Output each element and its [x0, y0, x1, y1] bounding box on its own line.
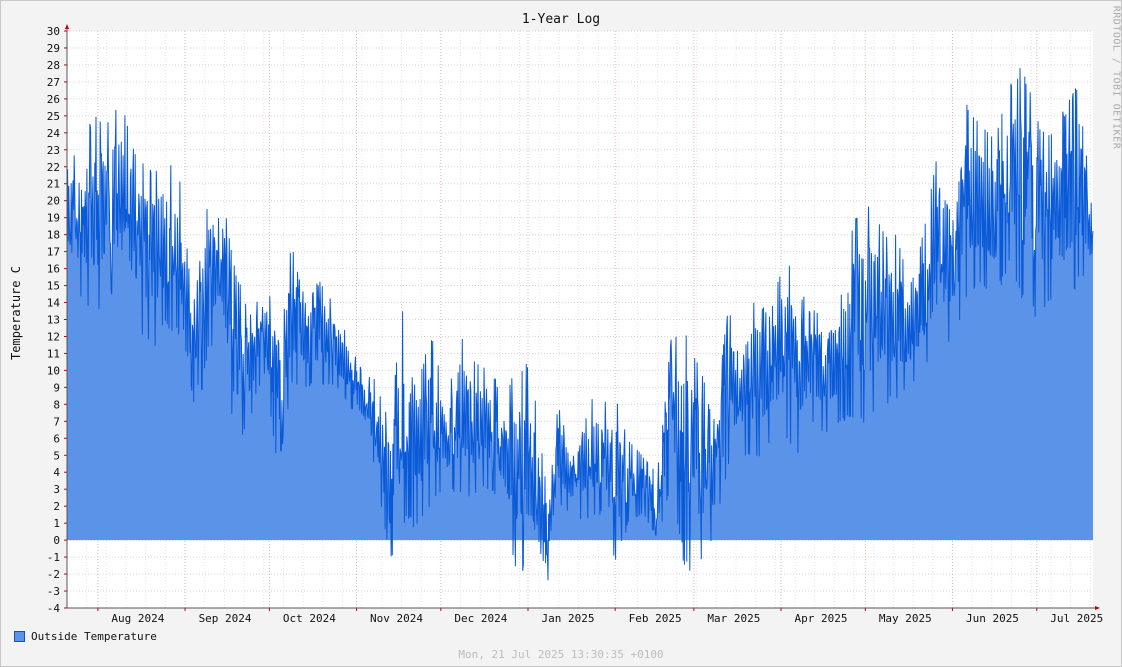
y-tick-label: -3 — [47, 585, 60, 598]
chart-canvas: -4-3-2-101234567891011121314151617181920… — [47, 24, 1103, 625]
y-tick-label: 20 — [47, 195, 60, 208]
y-tick-label: 29 — [47, 42, 60, 55]
y-tick-label: 0 — [53, 534, 60, 547]
y-tick-label: 23 — [47, 144, 60, 157]
y-tick-label: 13 — [47, 314, 60, 327]
chart-title: 1-Year Log — [521, 12, 601, 27]
y-tick-label: 7 — [53, 415, 60, 428]
rrdtool-watermark: RRDTOOL / TOBI OETIKER — [1110, 5, 1122, 150]
x-tick-label: Sep 2024 — [199, 612, 252, 625]
y-tick-label: 3 — [53, 483, 60, 496]
y-tick-label: 21 — [47, 178, 60, 191]
y-tick-label: 28 — [47, 59, 60, 72]
x-tick-label: Jan 2025 — [542, 612, 595, 625]
y-tick-label: 9 — [53, 381, 60, 394]
y-tick-label: 11 — [47, 347, 60, 360]
x-tick-label: Oct 2024 — [283, 612, 336, 625]
y-tick-label: 6 — [53, 432, 60, 445]
y-tick-label: 25 — [47, 110, 60, 123]
y-tick-label: 14 — [47, 297, 61, 310]
y-tick-label: 15 — [47, 280, 60, 293]
y-tick-label: 5 — [53, 449, 60, 462]
x-tick-label: Mar 2025 — [707, 612, 760, 625]
x-tick-label: Apr 2025 — [794, 612, 847, 625]
x-axis-arrow — [1095, 606, 1100, 610]
y-tick-label: 24 — [47, 127, 61, 140]
y-tick-label: 4 — [53, 466, 60, 479]
y-tick-label: 18 — [47, 229, 60, 242]
legend-swatch — [14, 631, 25, 642]
y-tick-label: -2 — [47, 568, 60, 581]
y-tick-label: 27 — [47, 76, 60, 89]
x-tick-label: Jul 2025 — [1050, 612, 1103, 625]
x-tick-label: Jun 2025 — [966, 612, 1019, 625]
x-tick-label: May 2025 — [879, 612, 932, 625]
y-tick-label: -1 — [47, 551, 60, 564]
y-tick-label: 1 — [53, 517, 60, 530]
y-tick-label: 8 — [53, 398, 60, 411]
y-tick-label: 19 — [47, 212, 60, 225]
y-tick-label: 17 — [47, 246, 60, 259]
x-tick-label: Feb 2025 — [629, 612, 682, 625]
y-tick-label: 22 — [47, 161, 60, 174]
y-axis-label: Temperature C — [9, 266, 23, 360]
x-tick-label: Aug 2024 — [111, 612, 164, 625]
y-tick-label: 10 — [47, 364, 60, 377]
y-tick-label: 26 — [47, 93, 60, 106]
y-tick-label: -4 — [47, 602, 61, 615]
legend: Outside Temperature — [14, 630, 157, 643]
legend-entry-outside-temperature: Outside Temperature — [31, 630, 157, 643]
x-tick-label: Dec 2024 — [454, 612, 507, 625]
timestamp: Mon, 21 Jul 2025 13:30:35 +0100 — [458, 648, 664, 661]
y-tick-label: 16 — [47, 263, 60, 276]
x-tick-label: Nov 2024 — [370, 612, 423, 625]
y-tick-label: 2 — [53, 500, 60, 513]
y-tick-label: 12 — [47, 330, 60, 343]
